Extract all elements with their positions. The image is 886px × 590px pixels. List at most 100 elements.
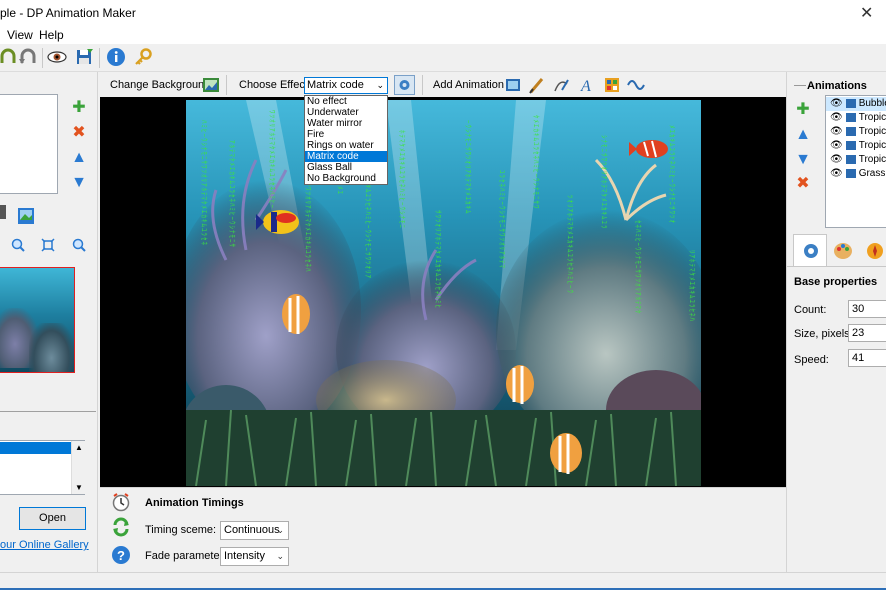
matrix-rain: ｰｳｼﾅﾓﾆｻﾜﾂｵﾘｱﾎﾃﾏｹﾒｴｶｷﾑ: [464, 120, 472, 215]
matrix-rain: ｻﾜﾂｵﾘｱﾎﾃﾏｹﾒｴｶｷﾑﾕﾗｾﾈﾊﾐﾋ: [434, 210, 442, 309]
speed-value: 41: [852, 352, 865, 364]
online-gallery-link[interactable]: our Online Gallery: [0, 539, 89, 551]
animation-item[interactable]: 👁 Tropic: [826, 111, 886, 125]
divider: [0, 411, 96, 412]
effect-select[interactable]: Matrix code ⌄: [304, 77, 388, 94]
tab-motion[interactable]: [861, 236, 886, 266]
effect-dropdown-list[interactable]: No effect Underwater Water mirror Fire R…: [304, 95, 388, 185]
base-properties-title: Base properties: [794, 276, 878, 288]
fade-parameter-select[interactable]: Intensity ⌄: [220, 547, 289, 566]
add-image-animation-icon[interactable]: [504, 76, 522, 94]
animation-preview[interactable]: ﾊﾐﾋｰｳｼﾅﾓﾆｻﾜﾂｵﾘｱﾎﾃﾏｹﾒｴｶｷﾑﾕﾗｾﾈ ｱﾎﾃﾏｹﾒｴｶｷﾑﾕ…: [100, 97, 786, 487]
matrix-rain: ｶｷﾑﾕﾗｾﾈﾊﾐﾋｰｳｼﾅﾓﾆｻﾜﾂｵﾘｱ: [364, 180, 372, 279]
eye-icon[interactable]: 👁: [826, 98, 843, 109]
move-down-icon[interactable]: ▼: [71, 175, 87, 191]
preview-eye-icon[interactable]: [47, 47, 67, 67]
count-input[interactable]: 30: [848, 300, 886, 318]
remove-animation-icon[interactable]: ✖: [795, 176, 811, 192]
matrix-rain: ﾒｴｶｷﾑﾕﾗｾﾈﾊﾐﾋｰｳｼﾅﾓﾆｻﾜﾂｵ: [668, 125, 676, 224]
image-icon: [845, 112, 856, 122]
chevron-down-icon: ⌄: [276, 551, 284, 561]
brush-icon[interactable]: [528, 76, 546, 94]
divider: [787, 266, 886, 267]
menu-view[interactable]: View: [7, 28, 33, 42]
text-animation-icon[interactable]: A: [578, 76, 596, 94]
animation-name: Bubble: [858, 98, 886, 109]
thumbnail-preview[interactable]: [0, 267, 75, 373]
eye-icon[interactable]: 👁: [826, 112, 843, 123]
animations-list[interactable]: 👁Bubble 👁Tropic 👁Tropic 👁Tropic 👁Tropic …: [825, 95, 886, 228]
info-icon[interactable]: [106, 47, 126, 67]
animations-title: Animations: [807, 80, 867, 92]
sprite-icon[interactable]: [603, 76, 621, 94]
tab-colors[interactable]: [827, 236, 859, 266]
count-value: 30: [852, 303, 865, 315]
scrollbar[interactable]: ▲ ▼: [71, 441, 85, 494]
timing-scheme-select[interactable]: Continuous ⌄: [220, 521, 289, 540]
animation-item[interactable]: 👁 Bubble: [826, 97, 886, 111]
eye-icon[interactable]: 👁: [826, 126, 843, 137]
title-bar: ple - DP Animation Maker ✕: [0, 0, 886, 26]
change-background-icon[interactable]: [202, 76, 220, 94]
wave-icon[interactable]: [627, 76, 645, 94]
size-value: 23: [852, 327, 865, 339]
eye-icon[interactable]: 👁: [826, 168, 843, 179]
timing-scheme-value: Continuous: [224, 524, 280, 536]
effect-settings-icon[interactable]: [394, 75, 415, 95]
add-icon[interactable]: ✚: [71, 100, 87, 116]
timings-title: Animation Timings: [145, 497, 244, 509]
effect-option[interactable]: Water mirror: [305, 118, 387, 129]
effect-toolbar: Change Background Choose Effect: Matrix …: [100, 73, 786, 185]
speed-input[interactable]: 41: [848, 349, 886, 367]
eye-icon[interactable]: 👁: [826, 154, 843, 165]
open-button[interactable]: Open: [19, 507, 86, 530]
svg-text:A: A: [580, 78, 591, 94]
tool-icon[interactable]: [0, 205, 6, 219]
path-edit-icon[interactable]: [552, 76, 570, 94]
key-icon[interactable]: [133, 47, 153, 67]
effect-option-selected[interactable]: Matrix code: [305, 151, 387, 162]
animation-item[interactable]: 👁 Tropic: [826, 125, 886, 139]
menu-help[interactable]: Help: [39, 28, 64, 42]
redo-icon[interactable]: [18, 47, 38, 67]
effect-option[interactable]: Underwater: [305, 107, 387, 118]
add-animation-icon[interactable]: ✚: [795, 102, 811, 118]
zoom-out-icon[interactable]: [72, 238, 86, 252]
selected-gallery-item[interactable]: [0, 442, 71, 454]
gallery-list[interactable]: ▲ ▼: [0, 440, 85, 495]
help-icon[interactable]: ?: [111, 545, 131, 565]
size-input[interactable]: 23: [848, 324, 886, 342]
tab-base-properties[interactable]: [793, 234, 827, 266]
fit-icon[interactable]: [41, 238, 55, 252]
effect-option[interactable]: Fire: [305, 129, 387, 140]
save-icon[interactable]: [74, 47, 94, 67]
window-title: ple - DP Animation Maker: [0, 6, 136, 20]
eye-icon[interactable]: 👁: [826, 140, 843, 151]
divider: [794, 85, 806, 86]
left-panel: ✚ ✖ ▲ ▼ ▲ ▼ Open our Online Gallery: [0, 72, 98, 572]
right-panel: Animations ✚ ▲ ▼ ✖ 👁 Bubble 👁 Tropic 👁 Trop…: [786, 72, 886, 572]
matrix-rain: ﾘｱﾎﾃﾏｹﾒｴｶｷﾑﾕﾗｾﾈﾊ: [688, 250, 696, 322]
animation-item[interactable]: 👁 Tropic: [826, 139, 886, 153]
effect-option[interactable]: Glass Ball: [305, 162, 387, 173]
image-edit-icon[interactable]: [16, 206, 36, 226]
animation-item[interactable]: 👁 Grass: [826, 167, 885, 181]
zoom-in-icon[interactable]: [11, 238, 25, 252]
effect-option[interactable]: No Background: [305, 173, 387, 184]
move-up-icon[interactable]: ▲: [795, 127, 811, 143]
remove-icon[interactable]: ✖: [71, 125, 87, 141]
close-icon[interactable]: ✕: [860, 3, 873, 23]
undo-icon[interactable]: [0, 47, 18, 67]
effect-option[interactable]: Rings on water: [305, 140, 387, 151]
matrix-rain: ｼﾅﾓﾆｻﾜﾂｵﾘｱﾎﾃﾏｹﾒｴｶｷﾑﾕﾗ: [600, 135, 608, 230]
effect-option[interactable]: No effect: [305, 96, 387, 107]
animation-name: Grass: [858, 168, 886, 179]
fade-parameter-label: Fade parameter:: [145, 550, 227, 562]
toolbar-separator: [42, 48, 43, 68]
change-background-label[interactable]: Change Background: [110, 79, 210, 91]
image-icon: [845, 168, 856, 178]
images-list[interactable]: [0, 94, 58, 194]
move-up-icon[interactable]: ▲: [71, 150, 87, 166]
animation-item[interactable]: 👁 Tropic: [826, 153, 886, 167]
move-down-icon[interactable]: ▼: [795, 152, 811, 168]
